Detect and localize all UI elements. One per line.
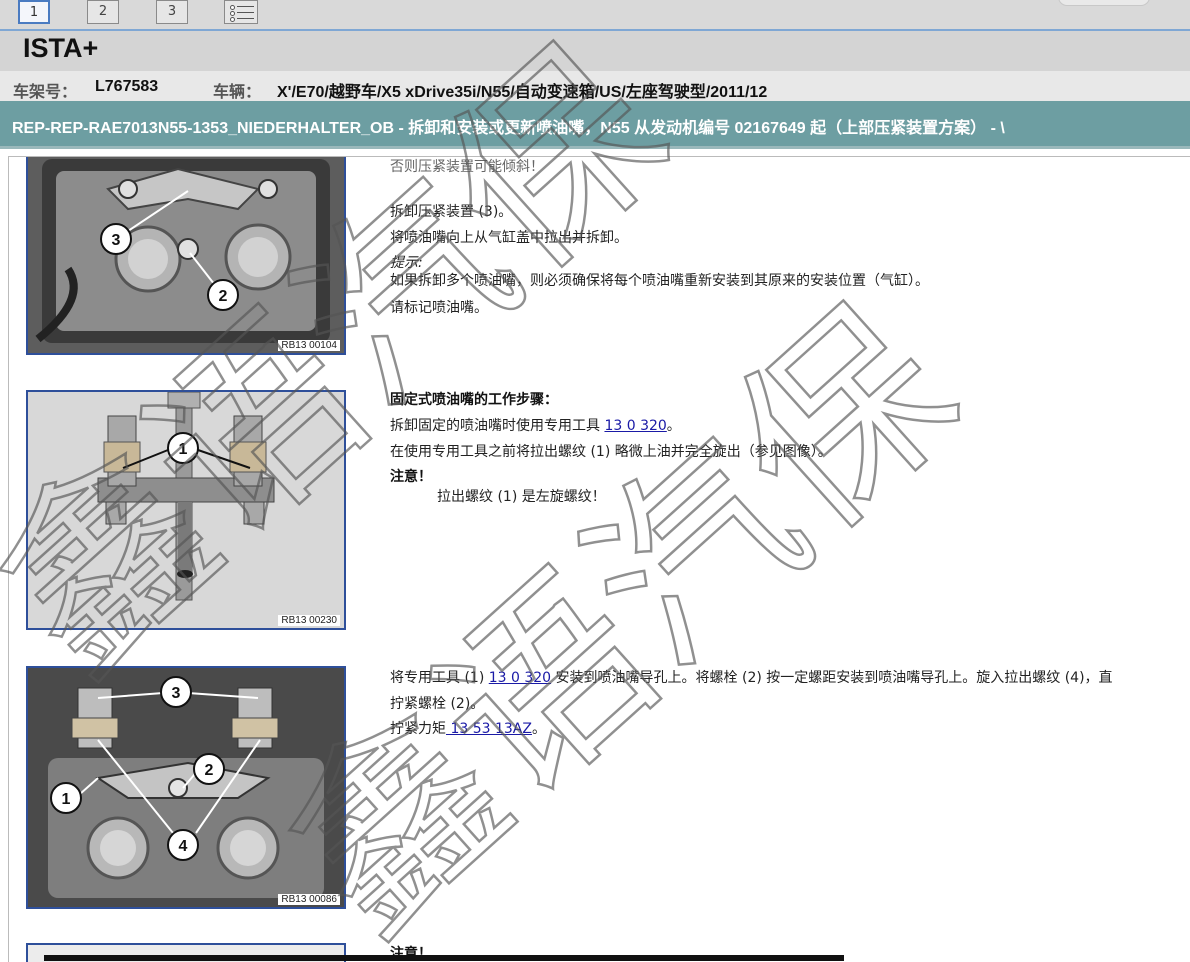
document-content[interactable]: 3 2 RB13 00104 否则压紧装置可能倾斜！ 拆卸压紧装置 (3)。 将… xyxy=(8,156,1190,962)
callout-3: 3 xyxy=(112,232,121,249)
list-view-button[interactable] xyxy=(224,0,258,24)
document-title-bar: REP-REP-RAE7013N55-1353_NIEDERHALTER_OB … xyxy=(0,101,1190,149)
callout-2: 2 xyxy=(219,288,228,305)
figure-code: RB13 00230 xyxy=(278,615,340,626)
hint-label: 提示: xyxy=(390,255,423,271)
torque-label: 拧紧力矩 xyxy=(390,721,446,737)
step-pull-injector: 将喷油嘴向上从气缸盖中拉出并拆卸。 xyxy=(390,230,628,246)
step-mark-injector: 请标记喷油嘴。 xyxy=(390,300,488,316)
note-label: 注意！ xyxy=(390,469,432,485)
torque-link-13-53-13az[interactable]: 13 53 13AZ xyxy=(446,721,532,737)
horizontal-scrollbar[interactable] xyxy=(44,955,844,961)
document-title: REP-REP-RAE7013N55-1353_NIEDERHALTER_OB … xyxy=(12,120,1005,137)
step-install-tool: 将专用工具 (1) 13 0 320 安装到喷油嘴导孔上。将螺栓 (2) 按一定… xyxy=(390,667,1113,687)
callout-1: 1 xyxy=(62,791,71,808)
vehicle-label: 车辆： xyxy=(213,84,262,101)
step-use-tool-end: 。 xyxy=(666,418,681,434)
step-install-tool-rest: 安装到喷油嘴导孔上。将螺栓 (2) 按一定螺距安装到喷油嘴导孔上。旋入拉出螺纹 … xyxy=(551,670,1113,686)
top-toolbar: 1 2 3 xyxy=(0,0,1190,31)
figure-rb13-00230: 1 RB13 00230 xyxy=(26,390,346,630)
callout-2: 2 xyxy=(205,762,214,779)
fixed-injector-heading: 固定式喷油嘴的工作步骤： xyxy=(390,392,558,408)
hint-text: 如果拆卸多个喷油嘴，则必须确保将每个喷油嘴重新安装到其原来的安装位置（气缸）。 xyxy=(390,273,929,289)
figure-code: RB13 00086 xyxy=(278,894,340,905)
app-title: ISTA+ xyxy=(23,33,99,63)
vin-value: L767583 xyxy=(95,78,159,95)
step-use-tool-text: 拆卸固定的喷油嘴时使用专用工具 xyxy=(390,418,605,434)
step-install-tool-text: 将专用工具 (1) xyxy=(390,670,489,686)
figure-rb13-00086: 3 2 1 4 RB13 00086 xyxy=(26,666,346,909)
tool-installed-image: 3 2 1 4 xyxy=(28,668,344,907)
cutoff-text: 否则压紧装置可能倾斜！ xyxy=(390,159,544,175)
callout-1: 1 xyxy=(179,441,188,458)
vehicle-description: X'/E70/越野车/X5 xDrive35i/N55/自动变速箱/US/左座驾… xyxy=(277,84,768,101)
tool-link-13-0-320[interactable]: 13 0 320 xyxy=(489,670,551,686)
step-tighten-bolt: 拧紧螺栓 (2)。 xyxy=(390,696,485,712)
window-control[interactable] xyxy=(1058,0,1150,6)
step-torque: 拧紧力矩 13 53 13AZ。 xyxy=(390,718,546,738)
note-left-thread: 拉出螺纹 (1) 是左旋螺纹！ xyxy=(437,489,606,505)
vin-label: 车架号： xyxy=(13,84,78,101)
step-oil-thread: 在使用专用工具之前将拉出螺纹 (1) 略微上油并完全旋出（参见图像）。 xyxy=(390,444,832,460)
figure-rb13-00104: 3 2 RB13 00104 xyxy=(26,157,346,355)
callout-3: 3 xyxy=(172,685,181,702)
tab-3[interactable]: 3 xyxy=(156,0,188,24)
tab-2[interactable]: 2 xyxy=(87,0,119,24)
engine-top-image: 3 2 xyxy=(28,157,344,353)
callout-4: 4 xyxy=(179,838,188,855)
vehicle-info-bar: 车架号： L767583 车辆： X'/E70/越野车/X5 xDrive35i… xyxy=(0,71,1190,101)
tab-1[interactable]: 1 xyxy=(18,0,50,24)
step-remove-holder: 拆卸压紧装置 (3)。 xyxy=(390,204,513,220)
tool-link-13-0-320[interactable]: 13 0 320 xyxy=(604,418,666,434)
brand-bar: ISTA+ xyxy=(0,31,1190,71)
step-use-tool: 拆卸固定的喷油嘴时使用专用工具 13 0 320。 xyxy=(390,415,681,435)
figure-code: RB13 00104 xyxy=(278,340,340,351)
special-tool-image: 1 xyxy=(28,392,344,628)
torque-end: 。 xyxy=(531,721,546,737)
